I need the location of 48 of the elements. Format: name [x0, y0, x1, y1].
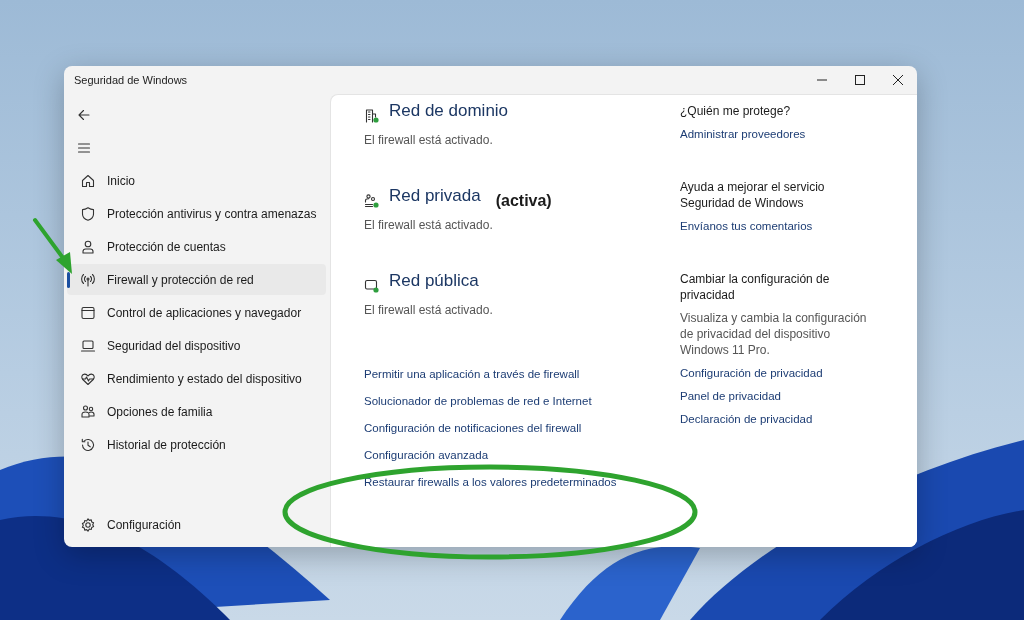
settings-link[interactable]: Permitir una aplicación a través de firewall — [364, 366, 580, 393]
close-icon — [893, 75, 903, 85]
antenna-icon — [80, 271, 96, 288]
laptop-icon — [80, 337, 96, 354]
network-status: El firewall está activado. — [364, 218, 494, 232]
history-icon — [80, 436, 96, 453]
panel-link[interactable]: Panel de privacidad — [680, 388, 781, 411]
sidebar-item[interactable]: Firewall y protección de red — [67, 264, 326, 295]
maximize-icon — [855, 75, 865, 85]
settings-item[interactable]: Configuración — [67, 509, 326, 540]
sidebar-item[interactable]: Historial de protección — [67, 429, 326, 460]
settings-link[interactable]: Configuración de notificaciones del firewall — [364, 420, 582, 447]
sidebar-item[interactable]: Protección antivirus y contra amenazas — [67, 198, 326, 229]
section-description: Visualiza y cambia la configuración de privacidad del dispositivo Windows 11 Pro. — [680, 310, 868, 358]
building-icon — [364, 108, 380, 124]
section-heading: ¿Quién me protege? — [680, 103, 792, 119]
window-title: Seguridad de Windows — [74, 74, 189, 86]
network-link[interactable]: Red pública — [389, 271, 479, 291]
network-link[interactable]: Red de dominio — [389, 101, 509, 121]
people-bench-icon — [364, 193, 380, 209]
home-icon — [80, 172, 96, 189]
panel-link[interactable]: Administrar proveedores — [680, 126, 806, 149]
section-heading: Cambiar la configuración de privacidad — [680, 271, 831, 303]
heart-pulse-icon — [80, 370, 96, 387]
settings-link[interactable]: Configuración avanzada — [364, 447, 489, 474]
settings-link[interactable]: Restaurar firewalls a los valores predeterminados — [364, 474, 617, 501]
network-link[interactable]: Red privada — [389, 186, 481, 206]
person-icon — [80, 238, 96, 255]
panel-link[interactable]: Envíanos tus comentarios — [680, 218, 813, 241]
sidebar-item[interactable]: Control de aplicaciones y navegador — [67, 297, 326, 328]
sidebar-item[interactable]: Seguridad del dispositivo — [67, 330, 326, 361]
settings-link[interactable]: Solucionador de problemas de red e Internet — [364, 393, 592, 420]
family-icon — [80, 403, 96, 420]
sidebar-item[interactable]: Rendimiento y estado del dispositivo — [67, 363, 326, 394]
panel-link[interactable]: Configuración de privacidad — [680, 365, 823, 388]
network-status: El firewall está activado. — [364, 133, 494, 147]
sidebar-item[interactable]: Opciones de familia — [67, 396, 326, 427]
sidebar-item[interactable]: Protección de cuentas — [67, 231, 326, 262]
settings-icon — [80, 516, 96, 533]
monitor-icon — [364, 278, 380, 294]
active-label: (activa) — [495, 192, 552, 210]
section-heading: Ayuda a mejorar el servicio Seguridad de Windows — [680, 179, 826, 211]
annotation-arrow — [33, 218, 72, 274]
shield-icon — [80, 205, 96, 222]
network-status: El firewall está activado. — [364, 303, 494, 317]
window-icon — [80, 304, 96, 321]
sidebar-item[interactable]: Inicio — [67, 165, 326, 196]
panel-link[interactable]: Declaración de privacidad — [680, 411, 813, 434]
